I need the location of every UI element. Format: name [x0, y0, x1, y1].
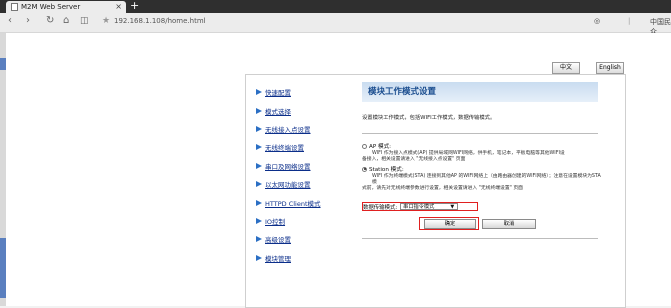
ap-mode-radio[interactable] — [362, 143, 367, 149]
english-button[interactable]: English — [596, 62, 624, 74]
page-title: 模块工作模式设置 — [362, 82, 598, 102]
arrow-icon — [256, 181, 262, 188]
arrow-icon — [256, 144, 262, 151]
reader-icon[interactable]: ◫ — [80, 16, 89, 26]
back-icon[interactable]: ‹ — [8, 15, 12, 26]
arrow-icon — [256, 89, 262, 96]
page-icon — [11, 3, 18, 11]
menu-item-sta-settings[interactable]: 无线终端设置 — [256, 138, 356, 156]
ap-mode-description: WIFI 作为接入点模式(AP) 提供局域网WIFI网络，供手机，笔记本，平板电… — [362, 151, 565, 162]
menu-item-advanced[interactable]: 高级设置 — [256, 230, 356, 248]
menu-item-serial-network[interactable]: 串口及网络设置 — [256, 157, 356, 175]
close-tab-icon[interactable]: × — [115, 2, 122, 11]
menu-item-io-control[interactable]: IO控制 — [256, 212, 356, 230]
home-icon[interactable]: ⌂ — [63, 15, 69, 26]
extension-icon[interactable]: ◎ — [594, 17, 600, 25]
reload-icon[interactable]: ↻ — [46, 15, 54, 26]
arrow-icon — [256, 107, 262, 114]
transfer-mode-label: 数据传输模式: — [363, 204, 398, 211]
browser-tab[interactable]: M2M Web Server × — [6, 1, 126, 13]
forward-icon[interactable]: › — [26, 15, 30, 26]
chinese-button[interactable]: 中文 — [552, 62, 580, 74]
arrow-icon — [256, 199, 262, 206]
menu-item-ap-settings[interactable]: 无线接入点设置 — [256, 120, 356, 138]
ap-mode-option[interactable]: AP 模式: — [362, 142, 602, 150]
browser-tab-bar: M2M Web Server × + — [0, 0, 671, 13]
mode-settings: 模块工作模式设置 设置模块工作模式，包括WIFI工作模式，数据传输模式。 AP … — [362, 82, 602, 239]
divider: | — [628, 17, 631, 25]
menu-item-quick-config[interactable]: 快速配置 — [256, 83, 356, 101]
station-mode-description: WIFI 作为终端模式(STA) 连接到其他AP 的WIFI网络上（由路由器创建… — [362, 174, 601, 191]
new-tab-button[interactable]: + — [130, 0, 139, 12]
arrow-icon — [256, 217, 262, 224]
menu-item-httpd-client[interactable]: HTTPD Client模式 — [256, 193, 356, 211]
arrow-icon — [256, 254, 262, 261]
action-buttons: 确定 取消 — [362, 217, 602, 231]
url-field[interactable]: 192.168.1.108/home.html — [114, 17, 206, 25]
side-block — [0, 238, 6, 298]
menu-item-ethernet[interactable]: 以太网功能设置 — [256, 175, 356, 193]
ap-mode-label: AP 模式: — [369, 144, 392, 150]
side-block — [0, 58, 6, 70]
bookmark-star-icon[interactable]: ★ — [102, 16, 110, 26]
station-mode-option[interactable]: Station 模式: — [362, 165, 602, 173]
arrow-icon — [256, 162, 262, 169]
chevron-down-icon: ▼ — [450, 204, 455, 210]
ok-button[interactable]: 确定 — [424, 219, 476, 229]
page-description: 设置模块工作模式，包括WIFI工作模式，数据传输模式。 — [362, 115, 496, 121]
cancel-button[interactable]: 取消 — [482, 219, 536, 229]
station-mode-label: Station 模式: — [369, 167, 404, 173]
arrow-icon — [256, 236, 262, 243]
divider — [362, 133, 598, 134]
transfer-mode-select[interactable]: 串口指令模式 ▼ — [400, 203, 459, 210]
tab-title: M2M Web Server — [21, 3, 81, 11]
menu-item-mode-select[interactable]: 模式选择 — [256, 101, 356, 119]
station-mode-radio[interactable] — [362, 166, 367, 172]
divider — [362, 238, 598, 239]
address-bar: ‹ › ↻ ⌂ ◫ ★ 192.168.1.108/home.html ◎ | … — [0, 13, 671, 36]
menu-item-module-management[interactable]: 模块管理 — [256, 249, 356, 267]
left-side-strip — [0, 33, 6, 306]
side-menu: 快速配置 模式选择 无线接入点设置 无线终端设置 串口及网络设置 以太网功能设置… — [256, 83, 356, 267]
transfer-mode-row: 数据传输模式: 串口指令模式 ▼ — [362, 202, 478, 211]
arrow-icon — [256, 125, 262, 132]
